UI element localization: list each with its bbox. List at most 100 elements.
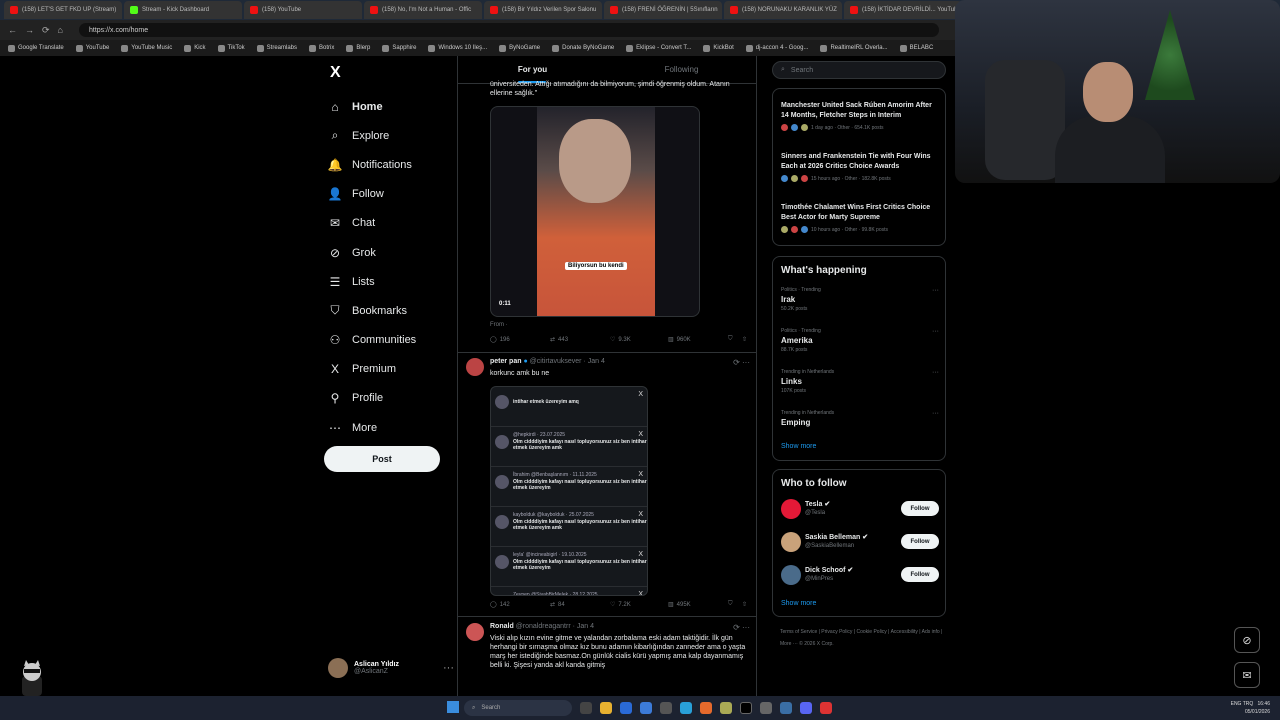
reload-icon[interactable]: ⟳ bbox=[42, 25, 50, 36]
follow-button[interactable]: Follow bbox=[901, 567, 939, 582]
video-player[interactable]: Biliyorsun bu kendi 0:11 bbox=[490, 106, 700, 317]
x-logo[interactable]: X bbox=[330, 64, 341, 82]
bookmark-item[interactable]: dj-accon 4 - Goog... bbox=[745, 44, 808, 52]
folder-icon[interactable] bbox=[600, 702, 612, 714]
nav-item-profile[interactable]: ⚲ Profile bbox=[328, 384, 416, 413]
like-button[interactable]: ♡ 9.3K bbox=[610, 336, 668, 344]
more-icon[interactable]: ··· bbox=[932, 410, 939, 417]
edge-icon[interactable] bbox=[680, 702, 692, 714]
taskbar-search[interactable]: ⌕ Search bbox=[464, 700, 572, 716]
views-button[interactable]: ▥ 495K bbox=[668, 601, 728, 609]
more-icon[interactable]: ··· bbox=[443, 662, 454, 674]
browser-tab[interactable]: (158) Bir Yıldız Verilen Spor Salonu bbox=[484, 1, 602, 19]
follow-button[interactable]: Follow bbox=[901, 501, 939, 516]
browser-tab[interactable]: (158) YouTube bbox=[244, 1, 362, 19]
nav-item-notifications[interactable]: 🔔 Notifications bbox=[328, 150, 416, 179]
discord-icon[interactable] bbox=[800, 702, 812, 714]
app-icon[interactable] bbox=[660, 702, 672, 714]
show-more-link[interactable]: Show more bbox=[781, 600, 816, 607]
nav-item-home[interactable]: ⌂ Home bbox=[328, 92, 416, 121]
views-button[interactable]: ▥ 960K bbox=[668, 336, 728, 344]
bookmark-item[interactable]: Donate ByNoGame bbox=[552, 44, 614, 52]
bookmark-item[interactable]: Streamlabs bbox=[256, 44, 297, 52]
url-input[interactable]: https://x.com/home bbox=[78, 23, 939, 37]
nav-item-more[interactable]: ⋯ More bbox=[328, 413, 416, 442]
bookmark-item[interactable]: YouTube Music bbox=[121, 44, 172, 52]
bookmark-item[interactable]: Blerp bbox=[346, 44, 370, 52]
app-icon[interactable] bbox=[760, 702, 772, 714]
tweet[interactable]: Ronald @ronaldreagantrr · Jan 4 ⟳ ··· Vi… bbox=[466, 623, 750, 693]
nav-item-explore[interactable]: ⌕ Explore bbox=[328, 121, 416, 150]
bookmark-item[interactable]: Kick bbox=[184, 44, 206, 52]
bookmark-item[interactable]: Google Translate bbox=[8, 44, 64, 52]
share-icon[interactable]: ⇧ bbox=[742, 601, 747, 608]
follow-button[interactable]: Follow bbox=[901, 534, 939, 549]
home-icon[interactable]: ⌂ bbox=[58, 25, 63, 35]
tweet-image[interactable]: intihar etmek üzereyim amq X @hepkirdi · 2… bbox=[490, 386, 648, 596]
bookmark-item[interactable]: BELABC bbox=[899, 44, 933, 52]
trend-item[interactable]: Trending in Netherlands Links 107K posts ··… bbox=[781, 369, 939, 394]
like-button[interactable]: ♡ 7.2K bbox=[610, 601, 668, 609]
news-trend-item[interactable]: Sinners and Frankenstein Tie with Four W… bbox=[781, 152, 939, 182]
reply-button[interactable]: ◯ 142 bbox=[490, 601, 550, 609]
follow-suggestion[interactable]: Dick Schoof ✔ @MinPres Follow bbox=[781, 563, 939, 587]
app-icon[interactable] bbox=[620, 702, 632, 714]
bookmark-item[interactable]: Botrix bbox=[309, 44, 334, 52]
browser-tab[interactable]: (158) No, I'm Not a Human - Offic bbox=[364, 1, 482, 19]
tab-following[interactable]: Following bbox=[607, 56, 756, 83]
more-icon[interactable]: ··· bbox=[932, 328, 939, 335]
browser-tab[interactable]: Stream - Kick Dashboard bbox=[124, 1, 242, 19]
bookmark-item[interactable]: RealtimeIRL Overla... bbox=[820, 44, 888, 52]
bookmark-item[interactable]: YouTube bbox=[75, 44, 109, 52]
repost-button[interactable]: ⇄ 84 bbox=[550, 601, 610, 609]
post-button[interactable]: Post bbox=[324, 446, 440, 472]
more-icon[interactable]: ⟳ ··· bbox=[733, 358, 750, 367]
obs-icon[interactable] bbox=[820, 702, 832, 714]
browser-tab[interactable]: (158) FRENİ ÖĞRENİN | 5Sınıfların bbox=[604, 1, 722, 19]
firefox-icon[interactable] bbox=[700, 702, 712, 714]
bookmark-item[interactable]: KickBot bbox=[703, 44, 734, 52]
app-icon[interactable] bbox=[640, 702, 652, 714]
grok-icon[interactable]: ⊘ bbox=[1234, 627, 1260, 653]
nav-item-follow[interactable]: 👤 Follow bbox=[328, 180, 416, 209]
more-icon[interactable]: ··· bbox=[932, 287, 939, 294]
nav-item-lists[interactable]: ☰ Lists bbox=[328, 267, 416, 296]
news-trend-item[interactable]: Timothée Chalamet Wins First Critics Cho… bbox=[781, 203, 939, 233]
x-icon[interactable] bbox=[740, 702, 752, 714]
follow-suggestion[interactable]: Tesla ✔ @Tesla Follow bbox=[781, 497, 939, 521]
bookmark-item[interactable]: Sapphire bbox=[382, 44, 416, 52]
browser-tab[interactable]: (158) NORUNAKU KARANLIK YÜZ bbox=[724, 1, 842, 19]
repost-button[interactable]: ⇄ 443 bbox=[550, 336, 610, 344]
bookmark-item[interactable]: ByNoGame bbox=[499, 44, 540, 52]
bookmark-item[interactable]: TikTok bbox=[217, 44, 245, 52]
more-icon[interactable]: ··· bbox=[932, 369, 939, 376]
steam-icon[interactable] bbox=[780, 702, 792, 714]
bookmark-item[interactable]: Eklipse - Convert T... bbox=[626, 44, 691, 52]
back-icon[interactable]: ← bbox=[8, 25, 17, 35]
search-input[interactable]: ⌕ Search bbox=[772, 61, 946, 79]
nav-item-communities[interactable]: ⚇ Communities bbox=[328, 326, 417, 355]
show-more-link[interactable]: Show more bbox=[781, 443, 816, 450]
trend-item[interactable]: Politics · Trending Amerika 88.7K posts ··· bbox=[781, 328, 939, 353]
share-icon[interactable]: ⇧ bbox=[742, 336, 747, 343]
bookmark-icon[interactable]: ⛉ bbox=[728, 336, 742, 343]
tab-for-you[interactable]: For you bbox=[458, 56, 607, 83]
bookmark-item[interactable]: Windows 10 Ileş... bbox=[428, 44, 487, 52]
messages-icon[interactable]: ✉ bbox=[1234, 662, 1260, 688]
browser-tab[interactable]: (158) LET'S GET FKD UP (Stream) bbox=[4, 1, 122, 19]
nav-item-grok[interactable]: ⊘ Grok bbox=[328, 238, 416, 267]
bookmark-icon[interactable]: ⛉ bbox=[728, 601, 742, 608]
app-icon[interactable] bbox=[580, 702, 592, 714]
nav-item-premium[interactable]: X Premium bbox=[328, 355, 416, 384]
account-switcher[interactable]: Aslican Yıldız @AslicanZ ··· bbox=[328, 658, 454, 678]
reply-button[interactable]: ◯ 196 bbox=[490, 336, 550, 344]
app-icon[interactable] bbox=[720, 702, 732, 714]
trend-item[interactable]: Trending in Netherlands Emping ··· bbox=[781, 410, 939, 427]
system-tray[interactable]: ENG TRQ 16:46 05/01/2026 bbox=[1231, 700, 1270, 716]
follow-suggestion[interactable]: Saskia Belleman ✔ @SaskiaBelleman Follow bbox=[781, 530, 939, 554]
more-icon[interactable]: ⟳ ··· bbox=[733, 623, 750, 632]
news-trend-item[interactable]: Manchester United Sack Rúben Amorim Afte… bbox=[781, 101, 939, 131]
nav-item-bookmarks[interactable]: ⛉ Bookmarks bbox=[328, 296, 416, 325]
browser-tab[interactable]: (158) İKTİDAR DEVRİLDİ... YouTube bbox=[844, 1, 962, 19]
windows-start-icon[interactable] bbox=[447, 701, 459, 713]
